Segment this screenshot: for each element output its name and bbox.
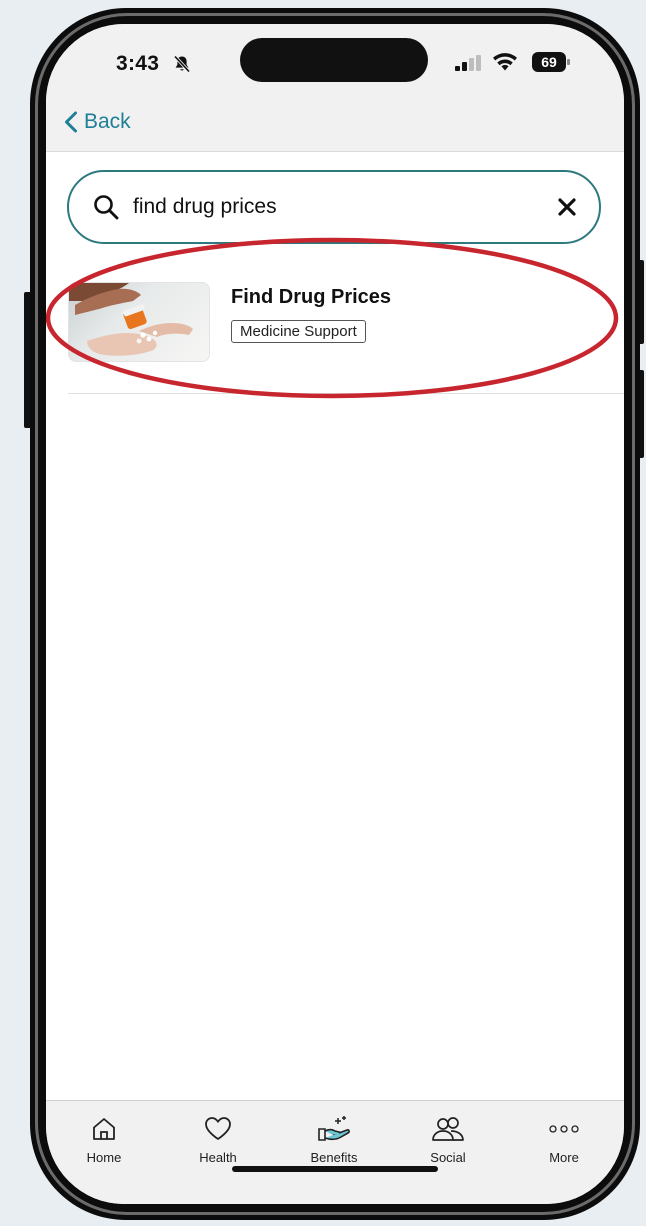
back-button[interactable]: Back — [64, 110, 131, 134]
pills-pouring-into-hand-image — [68, 282, 210, 362]
bottom-tab-bar: Home Health Benefits Social More — [46, 1100, 624, 1204]
chevron-left-icon — [65, 111, 77, 133]
tab-social-label: Social — [430, 1150, 466, 1165]
header-area: 3:43 69 Back — [46, 24, 624, 152]
search-result-item[interactable]: Find Drug Prices Medicine Support — [68, 282, 624, 394]
tab-social[interactable]: Social — [408, 1115, 488, 1165]
tab-more[interactable]: More — [524, 1115, 604, 1165]
tab-home[interactable]: Home — [64, 1115, 144, 1165]
status-time: 3:43 — [116, 52, 160, 75]
wifi-icon — [493, 53, 517, 71]
tab-home-label: Home — [86, 1150, 122, 1165]
battery-level: 69 — [532, 52, 566, 72]
tab-more-label: More — [549, 1150, 579, 1165]
back-label: Back — [84, 110, 131, 133]
tab-benefits-label: Benefits — [310, 1150, 358, 1165]
bell-silenced-icon — [173, 55, 191, 73]
more-dots-icon — [549, 1125, 579, 1133]
tab-benefits[interactable]: Benefits — [294, 1115, 374, 1165]
result-title: Find Drug Prices — [231, 286, 392, 308]
tab-health-label: Health — [199, 1150, 237, 1165]
people-icon — [432, 1117, 464, 1141]
benefits-hand-icon — [318, 1116, 350, 1141]
tab-health[interactable]: Health — [178, 1115, 258, 1165]
search-bar[interactable] — [67, 170, 601, 244]
battery-icon: 69 — [532, 52, 570, 72]
home-indicator[interactable] — [232, 1166, 438, 1172]
heart-icon — [205, 1117, 231, 1140]
phone-screen: 3:43 69 Back find drug prices Find Drug … — [46, 24, 624, 1204]
search-input[interactable] — [133, 195, 557, 219]
close-icon[interactable] — [557, 197, 577, 217]
cellular-signal-icon — [455, 55, 481, 71]
dynamic-island — [240, 38, 428, 82]
home-icon — [93, 1118, 115, 1140]
category-badge: Medicine Support — [231, 320, 366, 343]
search-icon — [94, 195, 119, 220]
